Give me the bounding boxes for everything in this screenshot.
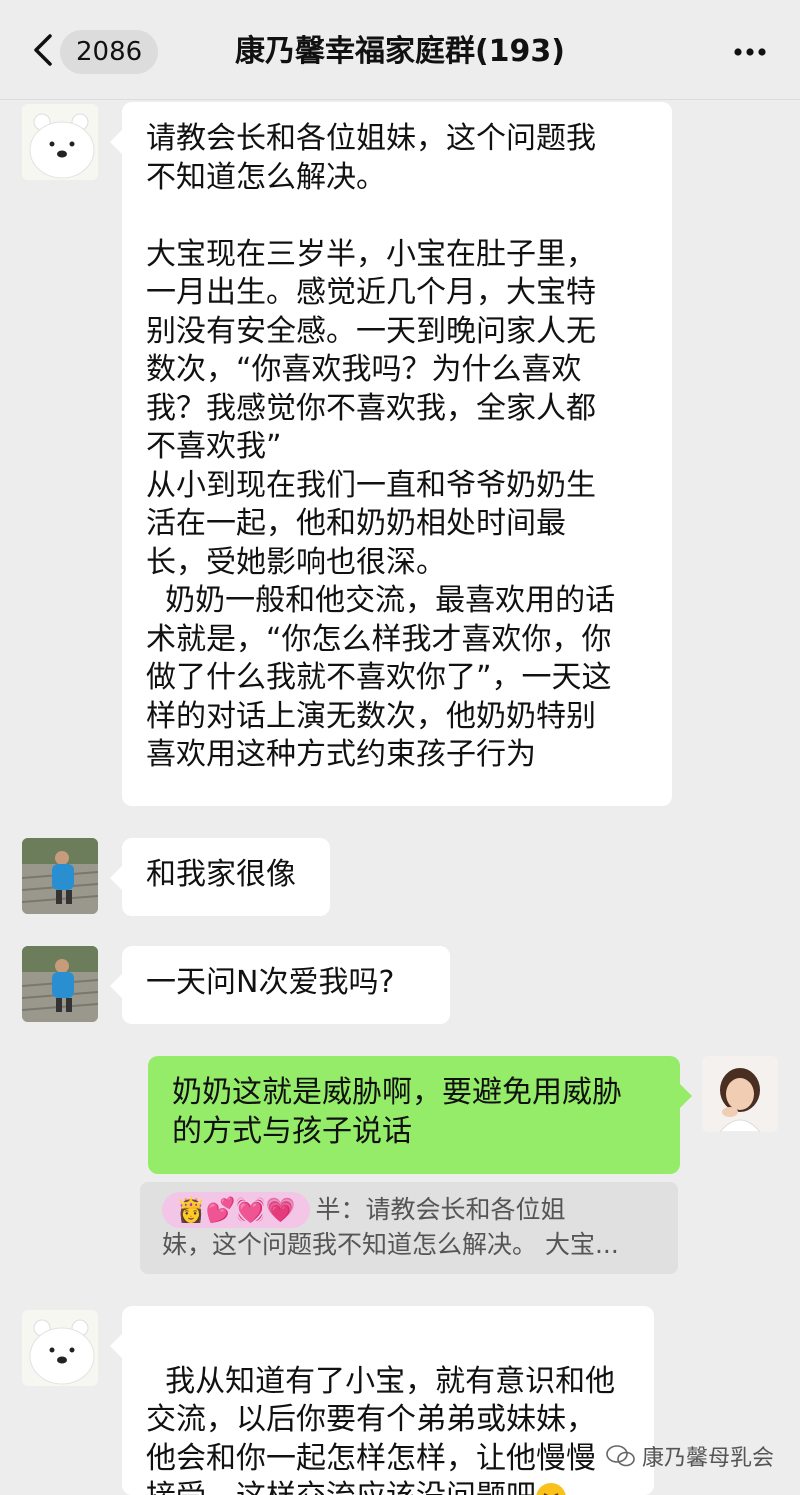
quote-text-line2: 妹，这个问题我不知道怎么解决。 大宝... <box>162 1230 619 1259</box>
my-message-bubble[interactable]: 奶奶这就是威胁啊，要避免用威胁 的方式与孩子说话 <box>148 1056 692 1174</box>
child-photo-avatar[interactable] <box>22 838 98 914</box>
chat-title: 康乃馨幸福家庭群(193) <box>234 34 566 69</box>
nav-bar: 2086 康乃馨幸福家庭群(193) <box>0 0 800 100</box>
emoji-nickname: 👸💕💓💗 <box>162 1192 310 1228</box>
message-text: 我从知道有了小宝，就有意识和他 交流，以后你要有个弟弟或妹妹， 他会和你一起怎样… <box>146 1363 616 1495</box>
message-bubble[interactable]: 请教会长和各位姐妹，这个问题我 不知道怎么解决。 大宝现在三岁半，小宝在肚子里，… <box>110 102 672 806</box>
polar-bear-avatar[interactable] <box>22 104 98 180</box>
woman-photo-avatar[interactable] <box>702 1056 778 1132</box>
message-bubble[interactable]: 一天问N次爱我吗? <box>110 946 450 1024</box>
laughing-tears-emoji <box>536 1482 566 1495</box>
wechat-logo-icon <box>606 1445 635 1467</box>
watermark: 康乃馨母乳会 <box>606 1440 774 1472</box>
more-dots-icon[interactable] <box>730 32 770 72</box>
watermark-text: 康乃馨母乳会 <box>641 1446 774 1471</box>
child-photo-avatar[interactable] <box>22 946 98 1022</box>
message-bubble[interactable]: 和我家很像 <box>110 838 330 916</box>
quote-text-line1: 半：请教会长和各位姐 <box>315 1195 566 1224</box>
polar-bear-avatar[interactable] <box>22 1310 98 1386</box>
message-bubble[interactable]: 我从知道有了小宝，就有意识和他 交流，以后你要有个弟弟或妹妹， 他会和你一起怎样… <box>110 1306 654 1495</box>
quoted-message[interactable]: 👸💕💓💗 半：请教会长和各位姐 妹，这个问题我不知道怎么解决。 大宝... <box>140 1182 678 1274</box>
